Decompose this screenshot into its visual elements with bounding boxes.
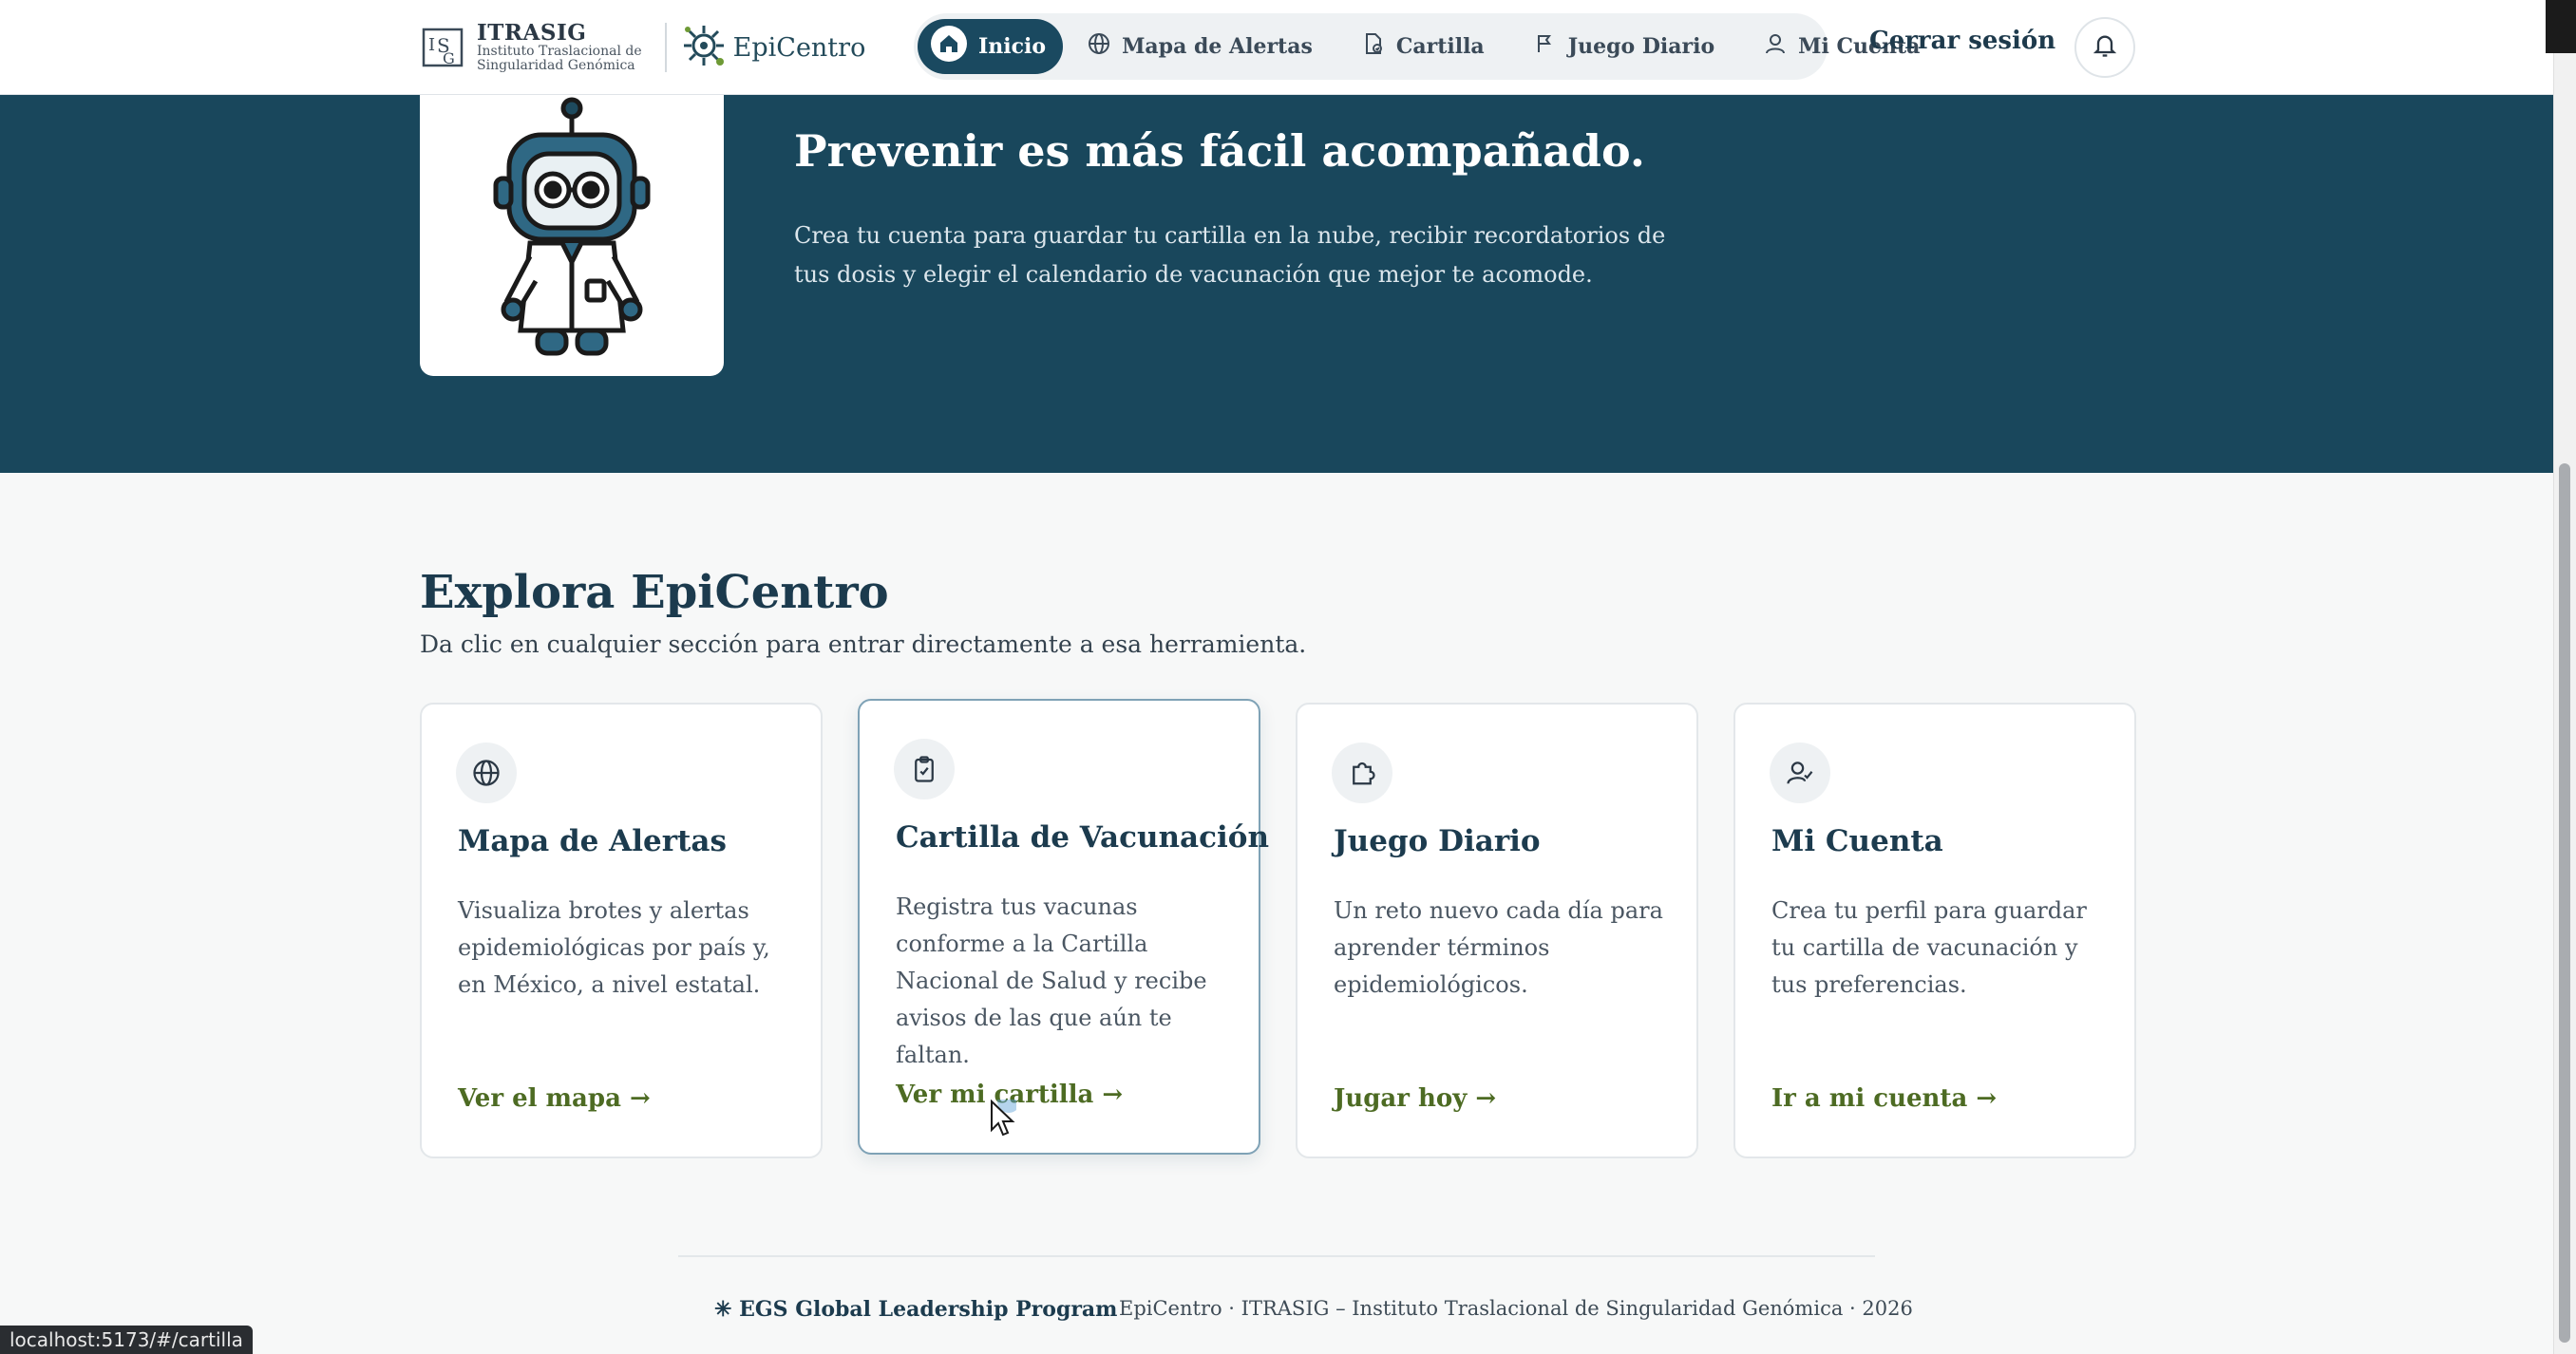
nav-item-juego-diario[interactable]: Juego Diario [1509, 19, 1739, 74]
nav-item-label: Inicio [978, 34, 1047, 59]
card-description: Un reto nuevo cada día para aprender tér… [1334, 897, 1663, 998]
nav-item-label: Juego Diario [1567, 34, 1715, 59]
status-bar-url: localhost:5173/#/cartilla [0, 1326, 253, 1354]
hero-title: Prevenir es más fácil acompañado. [794, 125, 1645, 177]
user-icon [1764, 32, 1798, 61]
nav-item-label: Cartilla [1395, 34, 1485, 59]
globe-icon [456, 743, 517, 803]
brand-subtitle-line-1: Instituto Traslacional de [477, 44, 642, 60]
footer-credits: EpiCentro · ITRASIG – Instituto Traslaci… [1119, 1297, 1913, 1320]
card-link[interactable]: Ver el mapa → [458, 1084, 651, 1113]
robot-doctor-mascot-icon [420, 97, 724, 380]
card-juego-diario[interactable]: Juego Diario Un reto nuevo cada día para… [1296, 703, 1698, 1158]
home-icon [931, 26, 978, 67]
brand-title: ITRASIG [477, 20, 587, 47]
nav-item-cartilla[interactable]: Cartilla [1337, 19, 1509, 74]
clipboard-check-icon [894, 739, 955, 799]
card-mi-cuenta[interactable]: Mi Cuenta Crea tu perfil para guardar tu… [1733, 703, 2136, 1158]
bell-icon [2092, 32, 2118, 63]
itrasig-logo-icon: I S G [422, 26, 465, 69]
card-cartilla-de-vacunacion[interactable]: Cartilla de Vacunación Registra tus vacu… [858, 699, 1269, 1155]
svg-text:I: I [428, 35, 435, 55]
user-check-icon [1770, 743, 1830, 803]
card-title: Mi Cuenta [1771, 824, 1943, 858]
window-corner [2546, 0, 2576, 53]
card-description: Registra tus vacunas conforme a la Carti… [896, 893, 1207, 1068]
nav-item-mapa-de-alertas[interactable]: Mapa de Alertas [1063, 19, 1337, 74]
nav-item-label: Mapa de Alertas [1122, 34, 1313, 59]
app-name: EpiCentro [732, 32, 866, 63]
nav-item-inicio[interactable]: Inicio [918, 19, 1064, 74]
document-icon [1362, 32, 1396, 61]
card-description: Crea tu perfil para guardar tu cartilla … [1771, 897, 2087, 998]
card-description: Visualiza brotes y alertas epidemiológic… [458, 897, 770, 998]
card-title: Cartilla de Vacunación [896, 820, 1270, 855]
hero-description: Crea tu cuenta para guardar tu cartilla … [794, 222, 1666, 288]
top-navigation-bar: I S G ITRASIG Instituto Traslacional de … [0, 0, 2553, 95]
puzzle-icon [1332, 743, 1392, 803]
epicentro-logo-icon [680, 22, 728, 73]
card-title: Mapa de Alertas [458, 824, 727, 858]
card-link[interactable]: Jugar hoy → [1334, 1084, 1496, 1113]
main-nav: Inicio Mapa de Alertas Cartilla Juego Di… [914, 13, 1920, 80]
footer-divider [678, 1255, 1875, 1257]
svg-text:G: G [443, 49, 455, 67]
card-link[interactable]: Ir a mi cuenta → [1771, 1084, 1997, 1113]
mascot-card [420, 95, 724, 376]
mouse-cursor-icon [990, 1090, 1020, 1141]
brand-subtitle-line-2: Singularidad Genómica [477, 58, 635, 74]
logout-button[interactable]: Cerrar sesión [1869, 27, 2055, 55]
puzzle-icon [1534, 32, 1568, 61]
footer-program: ✳ EGS Global Leadership Program [714, 1297, 1118, 1322]
brand-logo[interactable]: I S G ITRASIG Instituto Traslacional de … [422, 13, 865, 82]
brand-divider [664, 23, 667, 72]
notifications-button[interactable] [2074, 17, 2135, 78]
scrollbar-thumb[interactable] [2559, 463, 2570, 1343]
card-mapa-de-alertas[interactable]: Mapa de Alertas Visualiza brotes y alert… [420, 703, 823, 1158]
globe-icon [1088, 32, 1122, 61]
section-subtitle: Da clic en cualquier sección para entrar… [420, 630, 1307, 658]
card-title: Juego Diario [1334, 824, 1541, 858]
section-title: Explora EpiCentro [420, 566, 889, 619]
